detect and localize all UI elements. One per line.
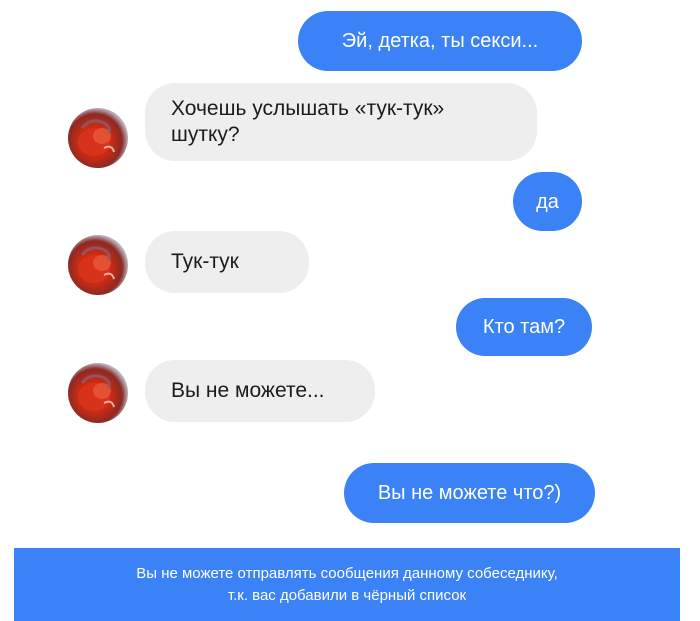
- message-text: Эй, детка, ты секси...: [341, 30, 539, 52]
- outgoing-message-bubble[interactable]: Кто там?: [456, 298, 592, 356]
- outgoing-message-bubble[interactable]: Вы не можете что?): [344, 463, 595, 523]
- contact-avatar[interactable]: [68, 363, 128, 423]
- message-text: Кто там?: [482, 316, 566, 338]
- message-text: Вы не можете что?): [377, 482, 562, 504]
- incoming-message-bubble[interactable]: Хочешь услышать «тук-тук» шутку?: [145, 83, 537, 161]
- outgoing-message-bubble[interactable]: да: [513, 172, 582, 231]
- incoming-message-bubble[interactable]: Вы не можете...: [145, 360, 375, 422]
- blocked-notice-text: Вы не можете отправлять сообщения данном…: [136, 564, 558, 604]
- message-text: да: [536, 190, 559, 213]
- message-text: Хочешь услышать «тук-тук» шутку?: [171, 97, 445, 146]
- message-text: Тук-тук: [171, 250, 239, 273]
- outgoing-message-bubble[interactable]: Эй, детка, ты секси...: [298, 11, 582, 71]
- contact-avatar[interactable]: [68, 235, 128, 295]
- contact-avatar[interactable]: [68, 108, 128, 168]
- blocked-notice-banner: Вы не можете отправлять сообщения данном…: [14, 548, 680, 621]
- incoming-message-bubble[interactable]: Тук-тук: [145, 231, 309, 293]
- avatar-image: [78, 374, 115, 411]
- avatar-image: [78, 246, 115, 283]
- avatar-image: [78, 119, 115, 156]
- message-text: Вы не можете...: [171, 379, 325, 402]
